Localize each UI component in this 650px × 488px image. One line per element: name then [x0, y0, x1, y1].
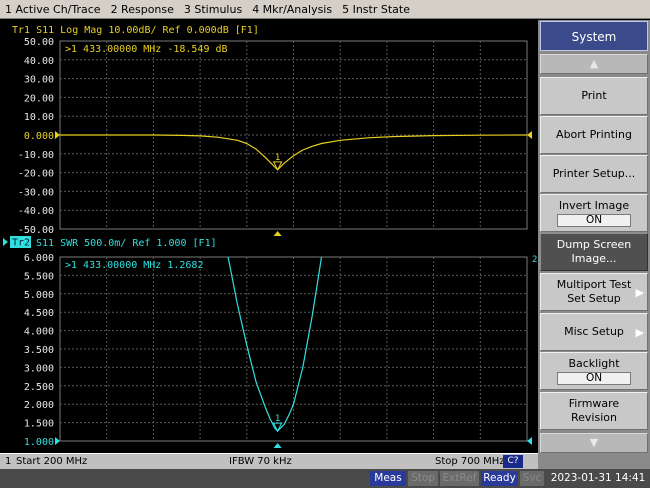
y-tick-label: 4.000 [24, 327, 54, 338]
trace-header: Tr1 S11 Log Mag 10.00dB/ Ref 0.000dB [F1… [12, 25, 259, 36]
channel-status-bar: 1 Start 200 MHz IFBW 70 kHz Stop 700 MHz… [0, 453, 538, 469]
softkey-label: Invert Image [558, 199, 630, 212]
status-indicator-ready: Ready [481, 471, 518, 486]
marker-number-label: 1 [275, 153, 280, 163]
reference-left-arrow-icon [55, 131, 60, 139]
softkey-scroll-up-button[interactable]: ▲ [540, 54, 648, 74]
marker-number-label: 1 [275, 414, 280, 424]
trace-charts: 50.00 40.00 30.00 20.00 10.00 0.000 -10.00 -20.… [3, 25, 537, 448]
trace-header: S11 SWR 500.0m/ Ref 1.000 [F1] [36, 238, 217, 249]
softkey-backlight-button[interactable]: Backlight ON [540, 352, 648, 390]
y-tick-label: 2.500 [24, 382, 54, 393]
softkey-invert-image-button[interactable]: Invert Image ON [540, 194, 648, 232]
softkey-value: ON [557, 372, 631, 385]
date-time: 2023-01-31 14:41 [550, 472, 646, 484]
softkey-label: Print [581, 89, 607, 102]
y-tick-label: 5.000 [24, 290, 54, 301]
marker-readout: >1 433.00000 MHz 1.2682 [65, 260, 203, 271]
softkey-label: Dump Screen Image... [556, 238, 632, 265]
trace-badge-label: Tr2 [12, 238, 30, 249]
softkey-firmware-revision-button[interactable]: Firmware Revision [540, 392, 648, 430]
y-tick-label: 5.500 [24, 271, 54, 282]
y-tick-label: -30.00 [18, 187, 54, 198]
softkey-abort-printing-button[interactable]: Abort Printing [540, 116, 648, 154]
softkey-dump-screen-image-button[interactable]: Dump Screen Image... [540, 233, 648, 271]
y-tick-label: 20.00 [24, 93, 54, 104]
softkey-multiport-test-set-setup-button[interactable]: Multiport Test Set Setup ▶ [540, 273, 648, 311]
stimulus-marker-icon [273, 443, 282, 448]
reference-left-arrow-icon [55, 437, 60, 445]
menu-response[interactable]: 2 Response [106, 3, 179, 16]
y-tick-label: 30.00 [24, 75, 54, 86]
trace-line [60, 134, 527, 171]
start-frequency: Start 200 MHz [16, 456, 88, 467]
y-tick-label: 0.000 [24, 131, 54, 142]
status-indicator-svc: Svc [520, 471, 544, 486]
channel-index: 1 [5, 456, 12, 467]
softkey-label: Misc Setup [564, 325, 624, 338]
stimulus-marker-icon [273, 231, 282, 236]
y-tick-label: 6.000 [24, 253, 54, 264]
menu-mkr-analysis[interactable]: 4 Mkr/Analysis [247, 3, 337, 16]
softkey-label: Printer Setup... [552, 167, 636, 180]
menu-bar: 1 Active Ch/Trace 2 Response 3 Stimulus … [0, 0, 650, 19]
submenu-arrow-icon: ▶ [635, 286, 644, 299]
y-tick-label: 50.00 [24, 37, 54, 48]
softkey-label: Backlight [568, 357, 620, 370]
menu-stimulus[interactable]: 3 Stimulus [179, 3, 247, 16]
status-indicator-meas: Meas [370, 471, 406, 486]
y-tick-label: 4.500 [24, 308, 54, 319]
instrument-status-bar: Meas Stop ExtRef Ready Svc 2023-01-31 14:41 [0, 469, 650, 488]
softkey-panel: System ▲ Print Abort Printing Printer Setu… [538, 20, 650, 469]
reference-right-arrow-icon [527, 131, 532, 139]
softkey-print-button[interactable]: Print [540, 77, 648, 115]
y-tick-label: -40.00 [18, 206, 54, 217]
y-tick-label: 1.500 [24, 419, 54, 430]
marker-triangle-icon [272, 161, 283, 171]
submenu-arrow-icon: ▶ [635, 326, 644, 339]
y-tick-label: -10.00 [18, 150, 54, 161]
softkey-scroll-down-button[interactable]: ▼ [540, 433, 648, 453]
menu-active-ch-trace[interactable]: 1 Active Ch/Trace [0, 3, 106, 16]
y-tick-label: -50.00 [18, 225, 54, 236]
status-indicator-stop: Stop [408, 471, 438, 486]
menu-instr-state[interactable]: 5 Instr State [337, 3, 415, 16]
softkey-menu-title: System [540, 21, 648, 51]
y-tick-label: -20.00 [18, 169, 54, 180]
y-tick-label: 10.00 [24, 112, 54, 123]
trace-line [227, 257, 323, 432]
softkey-label: Abort Printing [556, 128, 632, 141]
trace-right-tag: 2 [532, 255, 537, 265]
y-tick-label: 2.000 [24, 400, 54, 411]
stop-frequency: Stop 700 MHz [435, 456, 505, 467]
chart-area: 50.00 40.00 30.00 20.00 10.00 0.000 -10.00 -20.… [0, 20, 538, 453]
softkey-misc-setup-button[interactable]: Misc Setup ▶ [540, 313, 648, 351]
status-indicator-extref: ExtRef [440, 471, 479, 486]
softkey-label: Multiport Test Set Setup [556, 278, 632, 305]
softkey-label: Firmware Revision [568, 397, 620, 424]
active-trace-arrow-icon [3, 238, 8, 246]
marker-readout: >1 433.00000 MHz -18.549 dB [65, 44, 228, 55]
softkey-printer-setup-button[interactable]: Printer Setup... [540, 155, 648, 193]
cal-status-badge[interactable]: C? [503, 455, 523, 468]
y-tick-label: 3.000 [24, 363, 54, 374]
y-tick-label: 1.000 [24, 437, 54, 448]
reference-right-arrow-icon [527, 437, 532, 445]
y-tick-label: 3.500 [24, 345, 54, 356]
softkey-value: ON [557, 214, 631, 227]
y-tick-label: 40.00 [24, 56, 54, 67]
down-arrow-icon: ▼ [589, 436, 599, 449]
up-arrow-icon: ▲ [589, 57, 599, 70]
ifbw-value: IFBW 70 kHz [229, 456, 292, 467]
